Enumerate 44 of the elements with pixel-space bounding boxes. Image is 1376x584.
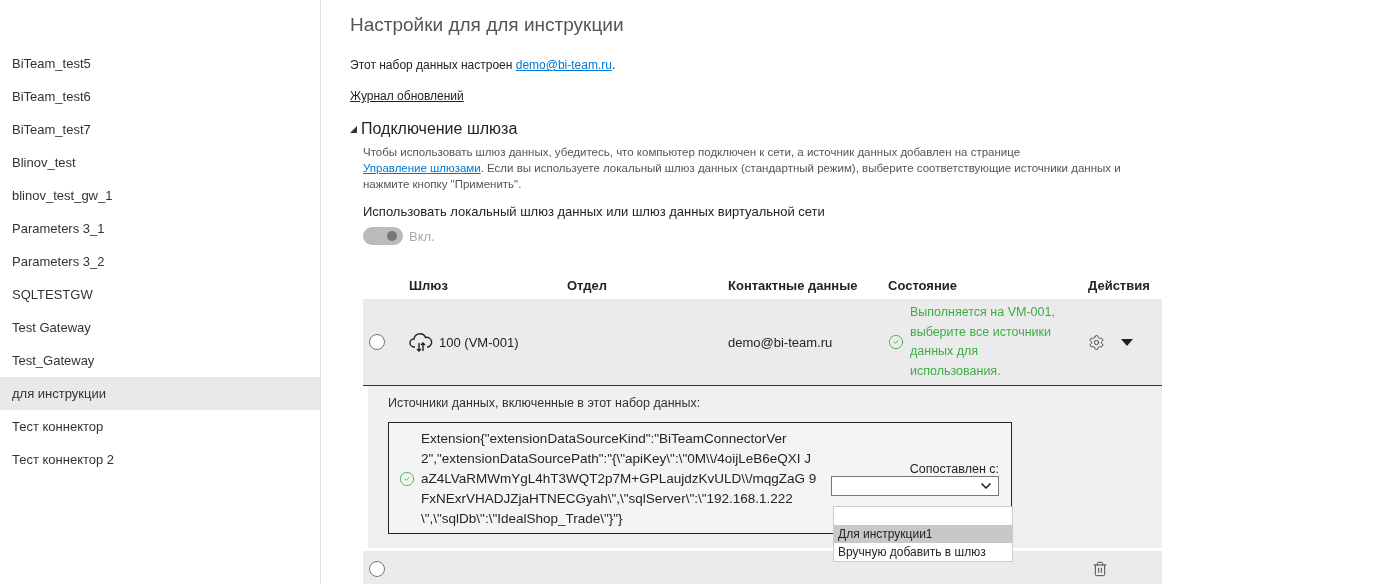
gateway-name: 100 (VM-001) (439, 334, 519, 350)
mapped-label: Сопоставлен с: (909, 462, 999, 476)
toggle-label: Использовать локальный шлюз данных или шлюз данных виртуальной сети (363, 204, 826, 219)
radio-button[interactable] (369, 334, 385, 350)
sidebar-item[interactable]: Parameters 3_1 (0, 212, 320, 245)
trash-icon[interactable] (1092, 561, 1108, 577)
sidebar-item[interactable]: Test Gateway (0, 311, 320, 344)
gateway-select[interactable] (831, 476, 999, 496)
expand-triangle-icon[interactable] (350, 125, 357, 133)
section-title[interactable]: Подключение шлюза (361, 120, 518, 138)
sidebar-item[interactable]: Parameters 3_2 (0, 245, 320, 278)
sidebar-item[interactable]: blinov_test_gw_1 (0, 179, 320, 212)
sidebar-item[interactable]: Тест коннектор (0, 410, 320, 443)
sidebar-item[interactable]: Blinov_test (0, 146, 320, 179)
status-text: Выполняется на VM-001, выберите все источники данных для использования. (910, 304, 1056, 380)
column-header: Отдел (567, 277, 609, 293)
history-link[interactable]: Журнал обновлений (350, 89, 464, 103)
sources-title: Источники данных, включенные в этот набор данных: (388, 396, 702, 410)
check-circle-icon (888, 334, 904, 350)
caret-icon (1121, 338, 1133, 346)
manage-gateways-link[interactable]: Управление шлюзами (363, 162, 481, 174)
radio-button[interactable] (369, 561, 385, 577)
sidebar-item[interactable]: BiTeam_test5 (0, 47, 320, 80)
sidebar-item[interactable]: BiTeam_test7 (0, 113, 320, 146)
contact-cell-text: demo@bi-team.ru (728, 334, 834, 350)
column-header: Действия (1088, 277, 1151, 293)
cloud-transfer-icon (409, 332, 433, 352)
email-link[interactable]: demo@bi-team.ru (515, 58, 612, 72)
dropdown-option[interactable]: Для инструкции1 (834, 525, 1012, 543)
configured-text: Этот набор данных настроен demo@bi-team.ru. (350, 58, 617, 72)
description-text: Чтобы использовать шлюз данных, убедитесь, что компьютер подключен к сети, а источник данных добавлен на странице Управление шлюзами. Если вы используете локальный шлюз данных (стандартный режим), выберите соответствующие источники данных и нажмите кнопку "Применить". (363, 145, 1122, 192)
column-header: Состояние (888, 277, 958, 293)
sidebar-item[interactable]: для инструкции (0, 377, 320, 410)
sidebar-item[interactable]: BiTeam_test6 (0, 80, 320, 113)
sidebar-item[interactable]: SQLTESTGW (0, 278, 320, 311)
source-text: Extension{"extensionDataSourceKind":"BiTeamConnectorVer 2","extensionDataSourcePath":"{\"apiKey\":\"0M\\/4oijLeB6eQXI JaZ4LVaRMWmYgL4hT3WQT2p7M+GPLaujdzKvULD\\/mqgZaG 9FxNExrVHADJZjaHTNECGyah\",\"sqlServer\":\"192.168.1.222 \",\"sqlDb\":\"IdealShop_Trade\"}"} (421, 430, 817, 528)
column-header: Контактные данные (728, 277, 859, 293)
check-circle-icon (399, 471, 415, 487)
sidebar-item[interactable]: Тест коннектор 2 (0, 443, 320, 476)
settings-icon[interactable] (1088, 333, 1105, 351)
column-header: Шлюз (409, 277, 449, 293)
page-title: Настройки для для инструкции (350, 14, 625, 36)
toggle-state-text: Вкл. (409, 228, 435, 244)
sidebar-item[interactable]: Test_Gateway (0, 344, 320, 377)
